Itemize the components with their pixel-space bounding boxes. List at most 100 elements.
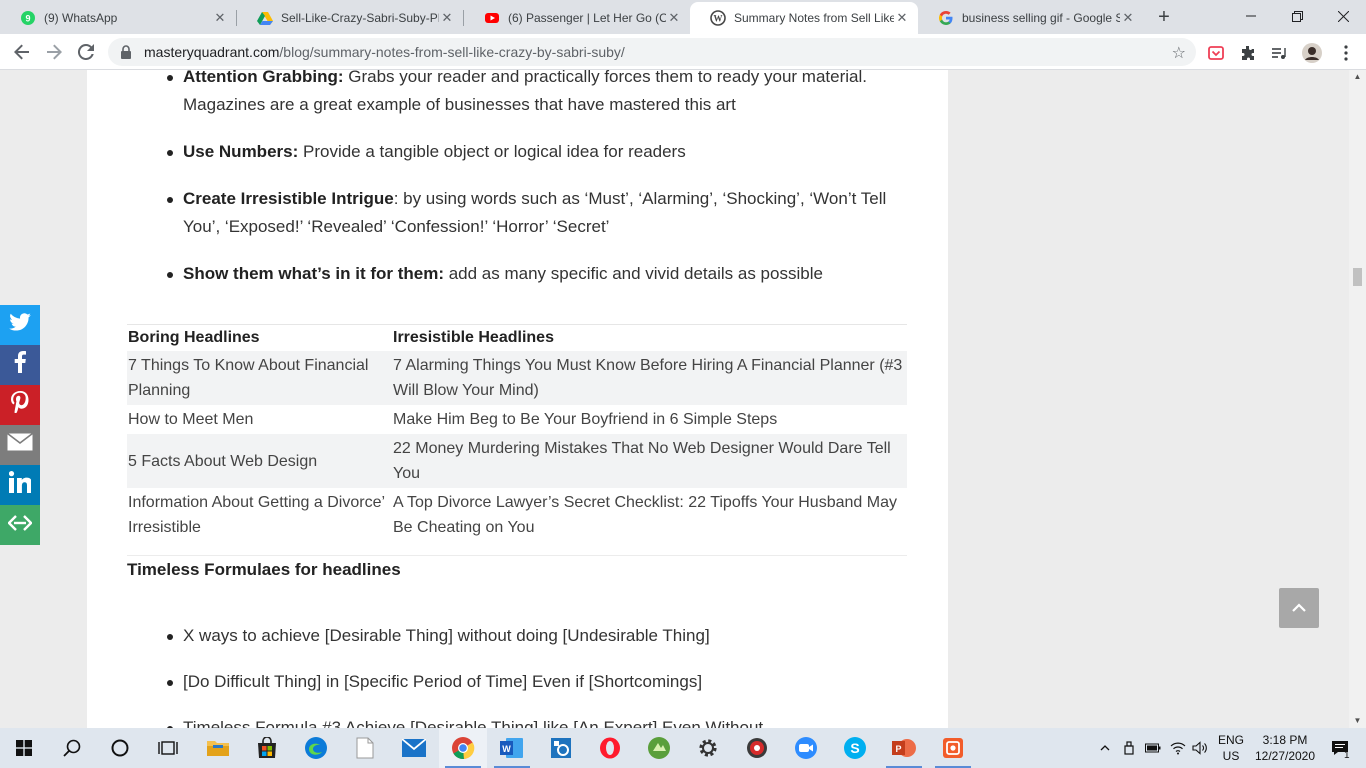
notification-center-icon[interactable]: 1 bbox=[1322, 728, 1358, 768]
lock-icon[interactable] bbox=[120, 45, 134, 59]
skype-icon[interactable]: S bbox=[831, 728, 879, 768]
microsoft-store-icon[interactable] bbox=[243, 728, 291, 768]
window-close-icon[interactable] bbox=[1320, 0, 1366, 32]
close-icon[interactable]: ✕ bbox=[439, 10, 455, 26]
share-facebook-button[interactable] bbox=[0, 345, 40, 385]
back-to-top-button[interactable] bbox=[1279, 588, 1319, 628]
scrollbar-thumb[interactable] bbox=[1353, 268, 1362, 286]
media-control-icon[interactable] bbox=[1269, 43, 1289, 63]
extensions-puzzle-icon[interactable] bbox=[1238, 43, 1258, 63]
tab-title: business selling gif - Google Se bbox=[962, 11, 1120, 25]
whatsapp-icon: 9 bbox=[20, 10, 36, 26]
powerpoint-icon[interactable]: P bbox=[880, 728, 928, 768]
settings-gear-icon[interactable] bbox=[684, 728, 732, 768]
zoom-icon[interactable] bbox=[782, 728, 830, 768]
list-item: [Do Difficult Thing] in [Specific Period… bbox=[127, 668, 907, 696]
minimize-icon[interactable] bbox=[1228, 0, 1274, 32]
facebook-icon bbox=[14, 351, 26, 379]
close-icon[interactable]: ✕ bbox=[666, 10, 682, 26]
screen-recorder-icon[interactable] bbox=[733, 728, 781, 768]
mail-icon[interactable] bbox=[390, 728, 438, 768]
bullet-text: add as many specific and vivid details a… bbox=[444, 264, 823, 283]
tab-title: Summary Notes from Sell Like bbox=[734, 11, 894, 25]
clock-date: 12/27/2020 bbox=[1254, 749, 1316, 763]
reload-icon[interactable] bbox=[72, 38, 100, 66]
tab-google-search[interactable]: business selling gif - Google Se ✕ bbox=[918, 2, 1144, 34]
url-text: masteryquadrant.com/blog/summary-notes-f… bbox=[144, 44, 625, 60]
list-item: Use Numbers: Provide a tangible object o… bbox=[127, 138, 907, 166]
close-icon[interactable]: ✕ bbox=[1120, 10, 1136, 26]
tab-summary-notes-active[interactable]: W Summary Notes from Sell Like ✕ bbox=[690, 2, 918, 34]
photo-app-icon[interactable] bbox=[929, 728, 977, 768]
table-cell: 7 Alarming Things You Must Know Before H… bbox=[392, 351, 907, 405]
tab-title: Sell-Like-Crazy-Sabri-Suby-PDF bbox=[281, 11, 439, 25]
tab-whatsapp[interactable]: 9 (9) WhatsApp ✕ bbox=[0, 2, 236, 34]
share-email-button[interactable] bbox=[0, 425, 40, 465]
page-viewport: Attention Grabbing: Grabs your reader an… bbox=[0, 70, 1349, 728]
cortana-icon[interactable] bbox=[96, 728, 144, 768]
table-row: 5 Facts About Web Design 22 Money Murder… bbox=[127, 434, 907, 488]
url-path: /blog/summary-notes-from-sell-like-crazy… bbox=[279, 44, 625, 60]
back-arrow-icon[interactable] bbox=[8, 38, 36, 66]
linkedin-icon bbox=[8, 471, 32, 499]
column-header: Boring Headlines bbox=[128, 329, 260, 346]
scroll-up-arrow-icon[interactable]: ▲ bbox=[1349, 70, 1366, 84]
close-icon[interactable]: ✕ bbox=[212, 10, 228, 26]
control-panel-icon[interactable] bbox=[537, 728, 585, 768]
share-pinterest-button[interactable] bbox=[0, 385, 40, 425]
tab-google-drive[interactable]: Sell-Like-Crazy-Sabri-Suby-PDF ✕ bbox=[237, 2, 463, 34]
svg-text:W: W bbox=[502, 744, 511, 754]
more-share-icon bbox=[7, 514, 33, 537]
table-row: Information About Getting a Divorce’ Irr… bbox=[127, 488, 907, 542]
usb-device-icon[interactable] bbox=[1120, 728, 1138, 768]
chevron-up-icon bbox=[1292, 599, 1306, 617]
pinterest-icon bbox=[11, 391, 29, 419]
headline-tips-list: Attention Grabbing: Grabs your reader an… bbox=[127, 70, 907, 288]
share-more-button[interactable] bbox=[0, 505, 40, 545]
search-icon[interactable] bbox=[48, 728, 96, 768]
profile-avatar[interactable] bbox=[1302, 43, 1322, 63]
table-cell: Information About Getting a Divorce’ Irr… bbox=[128, 494, 385, 536]
column-header: Irresistible Headlines bbox=[393, 329, 554, 346]
chevron-up-icon[interactable] bbox=[1096, 728, 1114, 768]
table-row: 7 Things To Know About Financial Plannin… bbox=[127, 351, 907, 405]
task-view-icon[interactable] bbox=[144, 728, 192, 768]
camtasia-icon[interactable] bbox=[635, 728, 683, 768]
battery-icon[interactable] bbox=[1143, 728, 1163, 768]
social-share-bar bbox=[0, 305, 40, 545]
clock[interactable]: 3:18 PM 12/27/2020 bbox=[1250, 728, 1320, 768]
address-bar[interactable]: masteryquadrant.com/blog/summary-notes-f… bbox=[108, 38, 1196, 66]
volume-icon[interactable] bbox=[1190, 728, 1210, 768]
list-item: Create Irresistible Intrigue: by using w… bbox=[127, 185, 907, 241]
page-scrollbar[interactable]: ▲ ▼ bbox=[1349, 70, 1366, 728]
notification-count: 1 bbox=[1344, 750, 1350, 761]
table-cell: Make Him Beg to Be Your Boyfriend in 6 S… bbox=[393, 411, 778, 428]
section-heading: Timeless Formulaes for headlines bbox=[127, 560, 401, 579]
bullet-text: Provide a tangible object or logical ide… bbox=[298, 142, 686, 161]
chrome-menu-icon[interactable] bbox=[1336, 43, 1356, 63]
close-icon[interactable]: ✕ bbox=[894, 10, 910, 26]
windows-start-icon[interactable] bbox=[0, 728, 48, 768]
bookmark-star-icon[interactable]: ☆ bbox=[1172, 43, 1186, 63]
tab-youtube[interactable]: (6) Passenger | Let Her Go (Offi ✕ bbox=[464, 2, 690, 34]
share-twitter-button[interactable] bbox=[0, 305, 40, 345]
notepad-file-icon[interactable] bbox=[341, 728, 389, 768]
url-host: masteryquadrant.com bbox=[144, 44, 280, 60]
new-tab-button[interactable]: + bbox=[1152, 6, 1176, 30]
chrome-taskbar-icon[interactable] bbox=[439, 728, 487, 768]
edge-browser-icon[interactable] bbox=[292, 728, 340, 768]
pocket-extension-icon[interactable] bbox=[1206, 43, 1226, 63]
forward-arrow-icon[interactable] bbox=[40, 38, 68, 66]
word-icon[interactable]: W bbox=[488, 728, 536, 768]
tab-title: (6) Passenger | Let Her Go (Offi bbox=[508, 11, 666, 25]
wifi-icon[interactable] bbox=[1168, 728, 1188, 768]
list-item: Timeless Formula #3 Achieve [Desirable T… bbox=[127, 714, 907, 728]
language-indicator[interactable]: ENG US bbox=[1214, 728, 1248, 768]
scroll-down-arrow-icon[interactable]: ▼ bbox=[1349, 714, 1366, 728]
opera-icon[interactable] bbox=[586, 728, 634, 768]
formulas-list: X ways to achieve [Desirable Thing] with… bbox=[127, 622, 907, 728]
restore-icon[interactable] bbox=[1274, 0, 1320, 32]
file-explorer-icon[interactable] bbox=[194, 728, 242, 768]
section-divider bbox=[127, 555, 907, 556]
share-linkedin-button[interactable] bbox=[0, 465, 40, 505]
